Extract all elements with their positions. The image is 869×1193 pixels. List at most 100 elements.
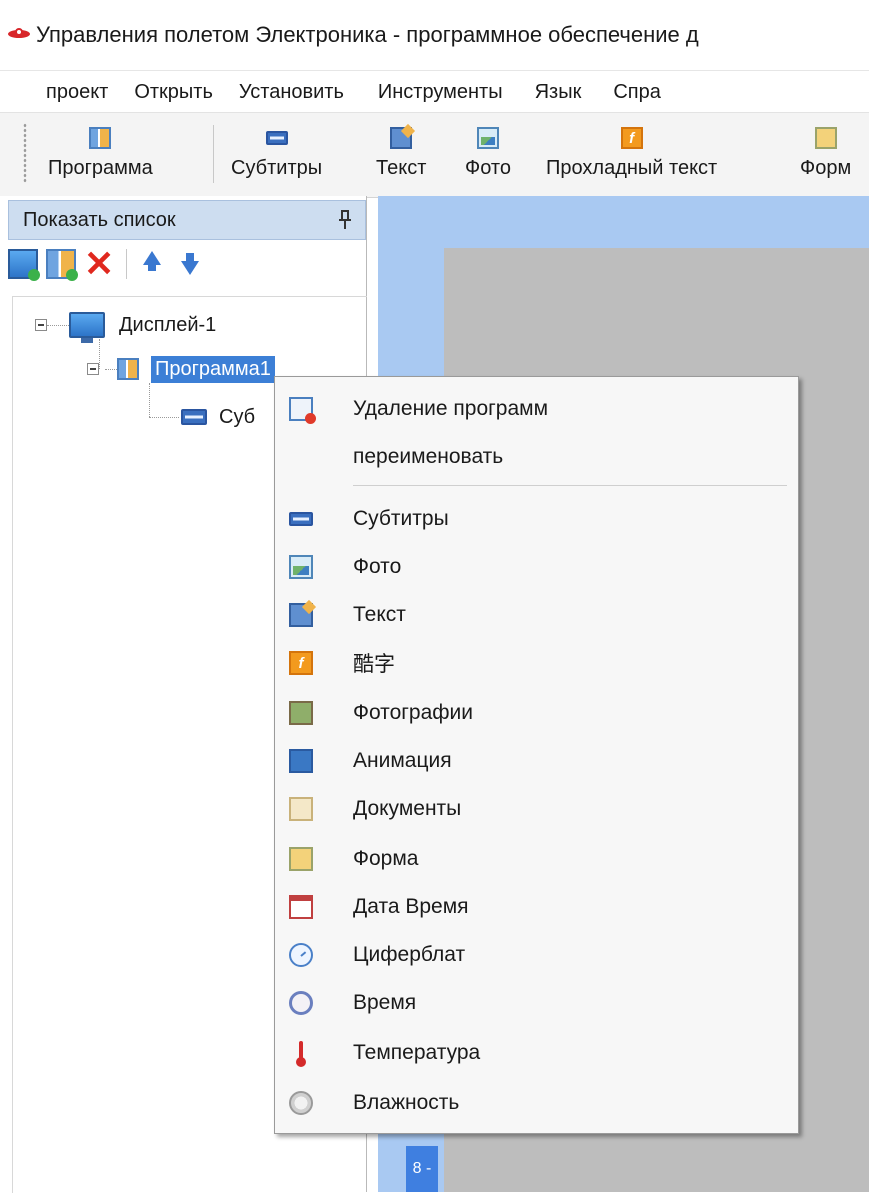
menu-item-subtitles[interactable]: Субтитры xyxy=(275,495,798,543)
add-program-icon[interactable] xyxy=(46,249,78,281)
panel-toolbar-separator xyxy=(126,249,127,279)
toolbar-text-button[interactable]: Текст xyxy=(376,117,426,193)
menu-separator xyxy=(353,485,787,486)
menu-item-label: Дата Время xyxy=(353,895,469,918)
menu-item-animation[interactable]: Анимация xyxy=(275,737,798,785)
subtitles-icon xyxy=(289,512,313,526)
toolbar: Программа Субтитры Текст Фото f Прохладн… xyxy=(0,112,869,198)
program-icon xyxy=(89,127,112,149)
menu-item-humidity[interactable]: Влажность xyxy=(275,1079,798,1127)
toolbar-form-button[interactable]: Форм xyxy=(800,117,851,193)
document-icon xyxy=(289,797,313,821)
delete-icon[interactable]: ✕ xyxy=(84,246,114,282)
subtitles-icon xyxy=(181,409,207,425)
delete-program-icon xyxy=(289,397,316,424)
tree-label-display: Дисплей-1 xyxy=(119,313,217,336)
time-icon xyxy=(289,991,313,1015)
menu-item-label: Температура xyxy=(353,1041,481,1064)
tree-line xyxy=(149,417,179,418)
pin-icon[interactable] xyxy=(339,210,351,230)
menu-item-rename[interactable]: переименовать xyxy=(275,433,798,481)
collapse-toggle-icon[interactable] xyxy=(35,319,47,331)
context-menu: Удаление программ переименовать Субтитры… xyxy=(274,376,799,1134)
toolbar-subtitles-label: Субтитры xyxy=(231,157,323,179)
menu-item-delete-program[interactable]: Удаление программ xyxy=(275,385,798,433)
menu-item-label: Удаление программ xyxy=(353,397,549,420)
text-icon xyxy=(289,603,313,627)
humidity-icon xyxy=(289,1091,313,1115)
toolbar-cool-text-button[interactable]: f Прохладный текст xyxy=(546,117,717,193)
menu-bar: проект Открыть Установить Инструменты Яз… xyxy=(0,70,869,113)
menu-item-form[interactable]: Форма xyxy=(275,835,798,883)
tree-item-program[interactable]: Программа1 xyxy=(87,352,275,386)
monitor-icon xyxy=(69,312,105,343)
ruler-marker: 8 - xyxy=(406,1146,438,1192)
add-display-icon[interactable] xyxy=(8,249,40,281)
toolbar-photo-label: Фото xyxy=(465,157,511,179)
toolbar-cool-text-label: Прохладный текст xyxy=(546,157,718,179)
menu-help[interactable]: Спра xyxy=(613,81,661,104)
panel-title: Показать список xyxy=(23,208,176,231)
menu-item-cool-text[interactable]: f 酷字 xyxy=(275,639,798,687)
clock-dial-icon xyxy=(289,943,313,967)
subtitles-icon xyxy=(265,131,288,145)
form-icon xyxy=(814,127,837,149)
tree-item-display[interactable]: Дисплей-1 xyxy=(35,308,217,343)
program-icon xyxy=(117,358,139,380)
menu-tools[interactable]: Инструменты xyxy=(378,81,503,104)
move-up-icon[interactable] xyxy=(139,249,169,279)
calendar-icon xyxy=(289,895,313,919)
menu-item-label: Субтитры xyxy=(353,507,449,530)
menu-item-label: Форма xyxy=(353,847,419,870)
tree-line xyxy=(149,383,150,417)
cool-text-icon: f xyxy=(620,127,643,149)
toolbar-form-label: Форм xyxy=(800,157,852,179)
menu-item-label: Фото xyxy=(353,555,402,578)
panel-header: Показать список xyxy=(8,200,366,240)
menu-item-label: Влажность xyxy=(353,1091,460,1114)
menu-item-documents[interactable]: Документы xyxy=(275,785,798,833)
move-down-icon[interactable] xyxy=(177,249,207,279)
menu-item-label: Фотографии xyxy=(353,701,474,724)
menu-project[interactable]: проект xyxy=(46,81,108,104)
thermometer-icon xyxy=(289,1041,313,1067)
window-title: Управления полетом Электроника - програм… xyxy=(36,22,699,47)
tree-label-program: Программа1 xyxy=(151,355,275,383)
form-icon xyxy=(289,847,313,871)
photo-icon xyxy=(289,555,313,579)
menu-item-label: Циферблат xyxy=(353,943,466,966)
toolbar-photo-button[interactable]: Фото xyxy=(465,117,511,193)
menu-item-date-time[interactable]: Дата Время xyxy=(275,883,798,931)
toolbar-text-label: Текст xyxy=(376,157,427,179)
app-logo-icon xyxy=(8,24,30,46)
toolbar-subtitles-button[interactable]: Субтитры xyxy=(231,117,322,193)
menu-item-label: 酷字 xyxy=(353,653,395,676)
tree-label-subtitle: Суб xyxy=(219,405,256,428)
menu-item-clock-dial[interactable]: Циферблат xyxy=(275,931,798,979)
menu-item-label: Документы xyxy=(353,797,462,820)
picture-icon xyxy=(289,701,313,725)
menu-item-label: Текст xyxy=(353,603,406,626)
cool-text-icon: f xyxy=(289,651,313,675)
toolbar-separator xyxy=(213,125,214,183)
collapse-toggle-icon[interactable] xyxy=(87,363,99,375)
menu-item-text[interactable]: Текст xyxy=(275,591,798,639)
menu-install[interactable]: Установить xyxy=(239,81,344,104)
menu-item-pictures[interactable]: Фотографии xyxy=(275,689,798,737)
menu-item-label: Анимация xyxy=(353,749,452,772)
panel-toolbar: ✕ xyxy=(8,244,215,284)
toolbar-program-label: Программа xyxy=(48,157,153,179)
menu-item-time[interactable]: Время xyxy=(275,979,798,1027)
tree-item-subtitle[interactable]: Суб xyxy=(181,400,255,434)
toolbar-grip[interactable] xyxy=(23,123,27,183)
menu-item-temperature[interactable]: Температура xyxy=(275,1029,798,1077)
menu-item-label: Время xyxy=(353,991,417,1014)
title-bar: Управления полетом Электроника - програм… xyxy=(0,0,869,70)
menu-item-photo[interactable]: Фото xyxy=(275,543,798,591)
menu-language[interactable]: Язык xyxy=(535,81,582,104)
menu-item-label: переименовать xyxy=(353,445,504,468)
toolbar-program-button[interactable]: Программа xyxy=(48,117,153,193)
text-icon xyxy=(390,127,413,149)
menu-open[interactable]: Открыть xyxy=(134,81,213,104)
photo-icon xyxy=(476,127,499,149)
